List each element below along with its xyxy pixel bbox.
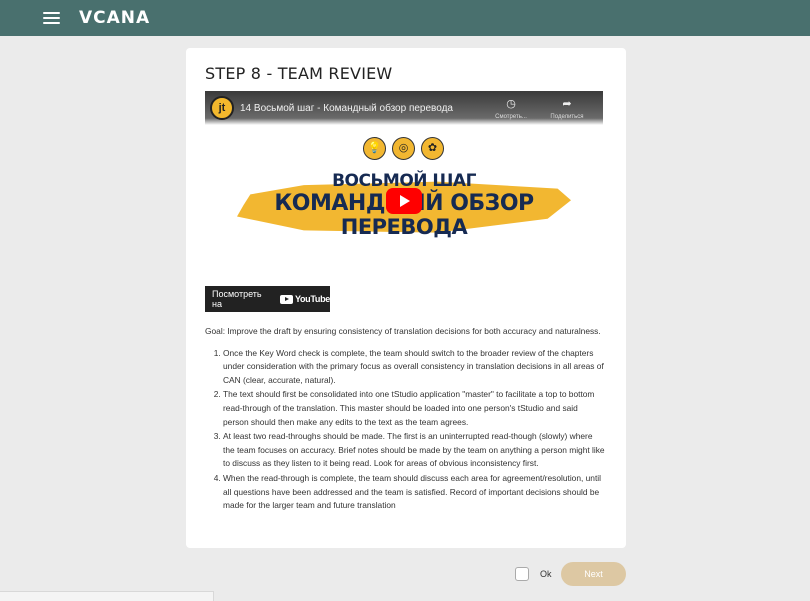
watch-later-button[interactable]: ◷ Смотреть... <box>486 97 536 120</box>
ok-label: Ok <box>540 569 552 579</box>
banner-line-3: ПЕРЕВОДА <box>340 215 468 239</box>
play-button[interactable] <box>386 188 422 214</box>
ok-checkbox-row[interactable]: Ok <box>515 567 552 581</box>
target-icon: ◎ <box>392 137 415 160</box>
watch-on-youtube-button[interactable]: Посмотреть на YouTube <box>205 286 330 312</box>
flower-icon: ✿ <box>421 137 444 160</box>
hamburger-icon[interactable] <box>43 12 60 24</box>
youtube-play-icon <box>279 294 293 304</box>
app-logo[interactable]: VCANA <box>79 9 150 27</box>
lightbulb-icon: 💡 <box>363 137 386 160</box>
share-icon: ➦ <box>562 98 572 110</box>
ok-checkbox[interactable] <box>515 567 529 581</box>
share-button[interactable]: ➦ Поделиться <box>542 97 592 120</box>
step-content: Goal: Improve the draft by ensuring cons… <box>205 325 605 514</box>
youtube-logo: YouTube <box>279 294 330 304</box>
watch-later-label: Смотреть... <box>495 114 527 120</box>
list-item: Once the Key Word check is complete, the… <box>223 347 605 388</box>
top-bar: VCANA <box>0 0 810 36</box>
watch-on-label: Посмотреть на <box>212 289 262 309</box>
step-card: STEP 8 - TEAM REVIEW jt 14 Восьмой шаг -… <box>186 48 626 548</box>
next-button[interactable]: Next <box>561 562 626 586</box>
youtube-label: YouTube <box>294 294 330 304</box>
channel-avatar[interactable]: jt <box>210 96 234 120</box>
badge-row: 💡 ◎ ✿ <box>363 137 444 160</box>
list-item: When the read-through is complete, the t… <box>223 472 605 513</box>
video-player[interactable]: jt 14 Восьмой шаг - Командный обзор пере… <box>205 91 603 315</box>
video-title[interactable]: 14 Восьмой шаг - Командный обзор перевод… <box>240 103 453 114</box>
goal-text: Goal: Improve the draft by ensuring cons… <box>205 326 601 336</box>
list-item: The text should first be consolidated in… <box>223 388 605 429</box>
list-item: At least two read-throughs should be mad… <box>223 430 605 471</box>
instruction-list: Once the Key Word check is complete, the… <box>205 347 605 513</box>
share-label: Поделиться <box>550 114 584 120</box>
clock-icon: ◷ <box>506 98 516 110</box>
page-title: STEP 8 - TEAM REVIEW <box>205 64 393 83</box>
bottom-panel-edge <box>0 591 214 601</box>
